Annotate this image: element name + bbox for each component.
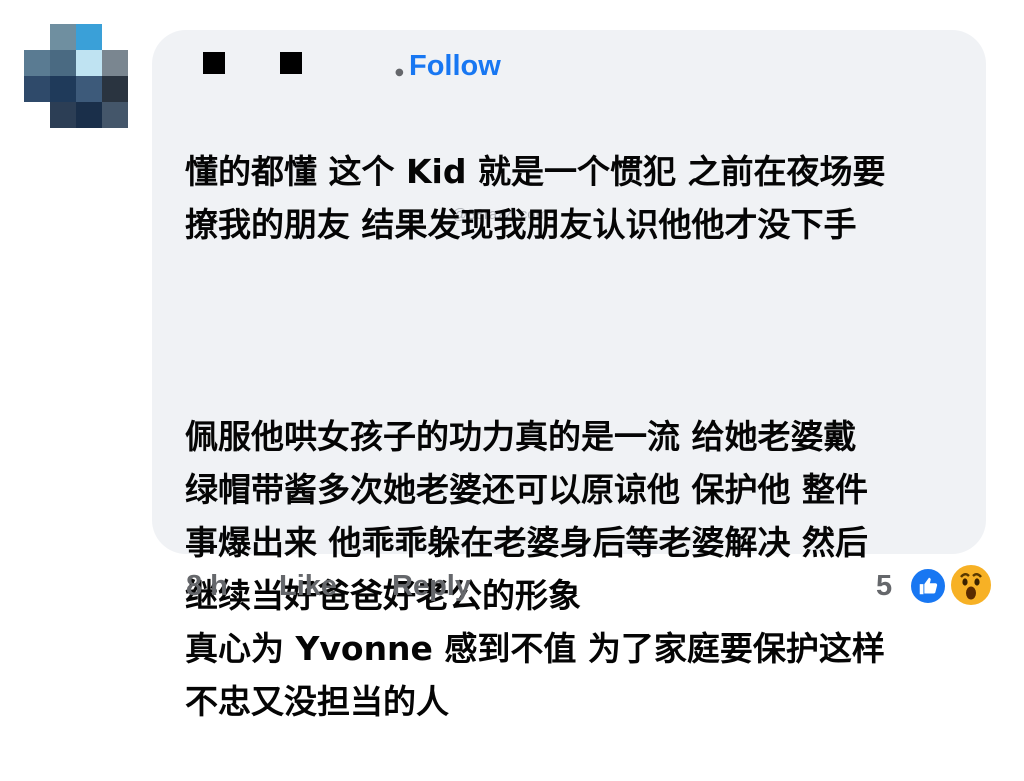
redacted-name-block xyxy=(280,52,302,74)
comment-paragraph: 佩服他哄女孩子的功力真的是一流 给她老婆戴 绿帽带酱多次她老婆还可以原谅他 保护… xyxy=(185,417,885,721)
avatar-pixel xyxy=(76,102,102,128)
avatar[interactable] xyxy=(24,24,128,128)
reply-button[interactable]: Reply xyxy=(392,570,471,603)
reaction-count[interactable]: 5 xyxy=(876,570,892,603)
avatar-pixel xyxy=(76,50,102,76)
avatar-pixel xyxy=(24,50,50,76)
avatar-pixel xyxy=(50,76,76,102)
redacted-name-block xyxy=(203,52,225,74)
follow-button[interactable]: Follow xyxy=(409,50,501,83)
avatar-pixel xyxy=(50,102,76,128)
timestamp[interactable]: 8 h xyxy=(186,570,228,603)
separator-dot-icon: ● xyxy=(395,67,404,78)
like-icon[interactable] xyxy=(908,566,948,606)
comment-paragraph: 懂的都懂 这个 Kid 就是一个惯犯 之前在夜场要 撩我的朋友 结果发现我朋友认… xyxy=(185,152,886,244)
avatar-pixel xyxy=(50,24,76,50)
avatar-pixel xyxy=(24,76,50,102)
avatar-pixel xyxy=(102,50,128,76)
wow-face-icon xyxy=(960,573,982,600)
avatar-pixel xyxy=(102,76,128,102)
avatar-pixel xyxy=(102,102,128,128)
thumbs-up-icon xyxy=(919,577,938,595)
avatar-pixel xyxy=(50,50,76,76)
like-button[interactable]: Like xyxy=(279,570,337,603)
avatar-pixel xyxy=(76,76,102,102)
wow-icon[interactable] xyxy=(948,562,994,608)
avatar-pixel xyxy=(76,24,102,50)
comment-text: 懂的都懂 这个 Kid 就是一个惯犯 之前在夜场要 撩我的朋友 结果发现我朋友认… xyxy=(185,92,965,781)
